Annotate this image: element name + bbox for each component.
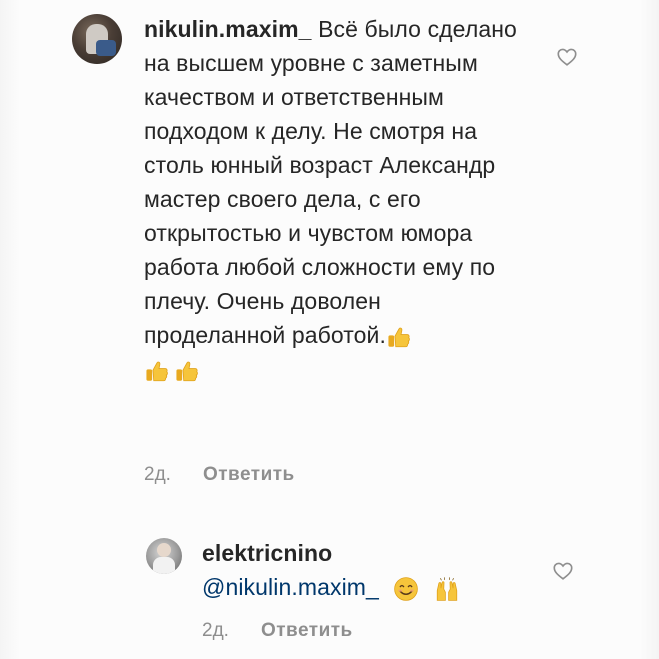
avatar[interactable] — [146, 538, 182, 574]
raised-hands-icon — [436, 577, 458, 601]
comment-username[interactable]: nikulin.maxim_ — [144, 16, 312, 42]
reply-meta: 2д. Ответить — [202, 620, 353, 642]
smiling-face-icon — [394, 577, 419, 601]
comment-text: nikulin.maxim_ Всё было сделано на высше… — [144, 12, 524, 386]
thumbs-up-icon — [146, 361, 168, 382]
left-gutter — [0, 0, 20, 659]
reply-button[interactable]: Ответить — [203, 464, 295, 486]
heart-icon[interactable] — [556, 46, 578, 68]
comment-body: Всё было сделано на высшем уровне с заме… — [144, 16, 517, 348]
comment-timestamp: 2д. — [144, 464, 171, 485]
avatar-body — [153, 557, 175, 574]
mention-link[interactable]: @nikulin.maxim_ — [202, 574, 379, 600]
comment-meta: 2д. Ответить — [144, 464, 295, 486]
heart-icon[interactable] — [552, 560, 574, 582]
avatar-head — [157, 543, 171, 557]
thumbs-up-icon — [388, 327, 410, 348]
avatar[interactable] — [72, 14, 122, 64]
right-gutter — [639, 0, 659, 659]
comments-screen: nikulin.maxim_ Всё было сделано на высше… — [0, 0, 659, 659]
thumbs-up-icon — [176, 361, 198, 382]
avatar-figure-detail — [96, 40, 116, 56]
reply-username[interactable]: elektricnino — [202, 540, 332, 566]
reply-timestamp: 2д. — [202, 620, 229, 641]
reply-button[interactable]: Ответить — [261, 620, 353, 642]
reply-text: elektricnino @nikulin.maxim_ — [202, 536, 522, 604]
